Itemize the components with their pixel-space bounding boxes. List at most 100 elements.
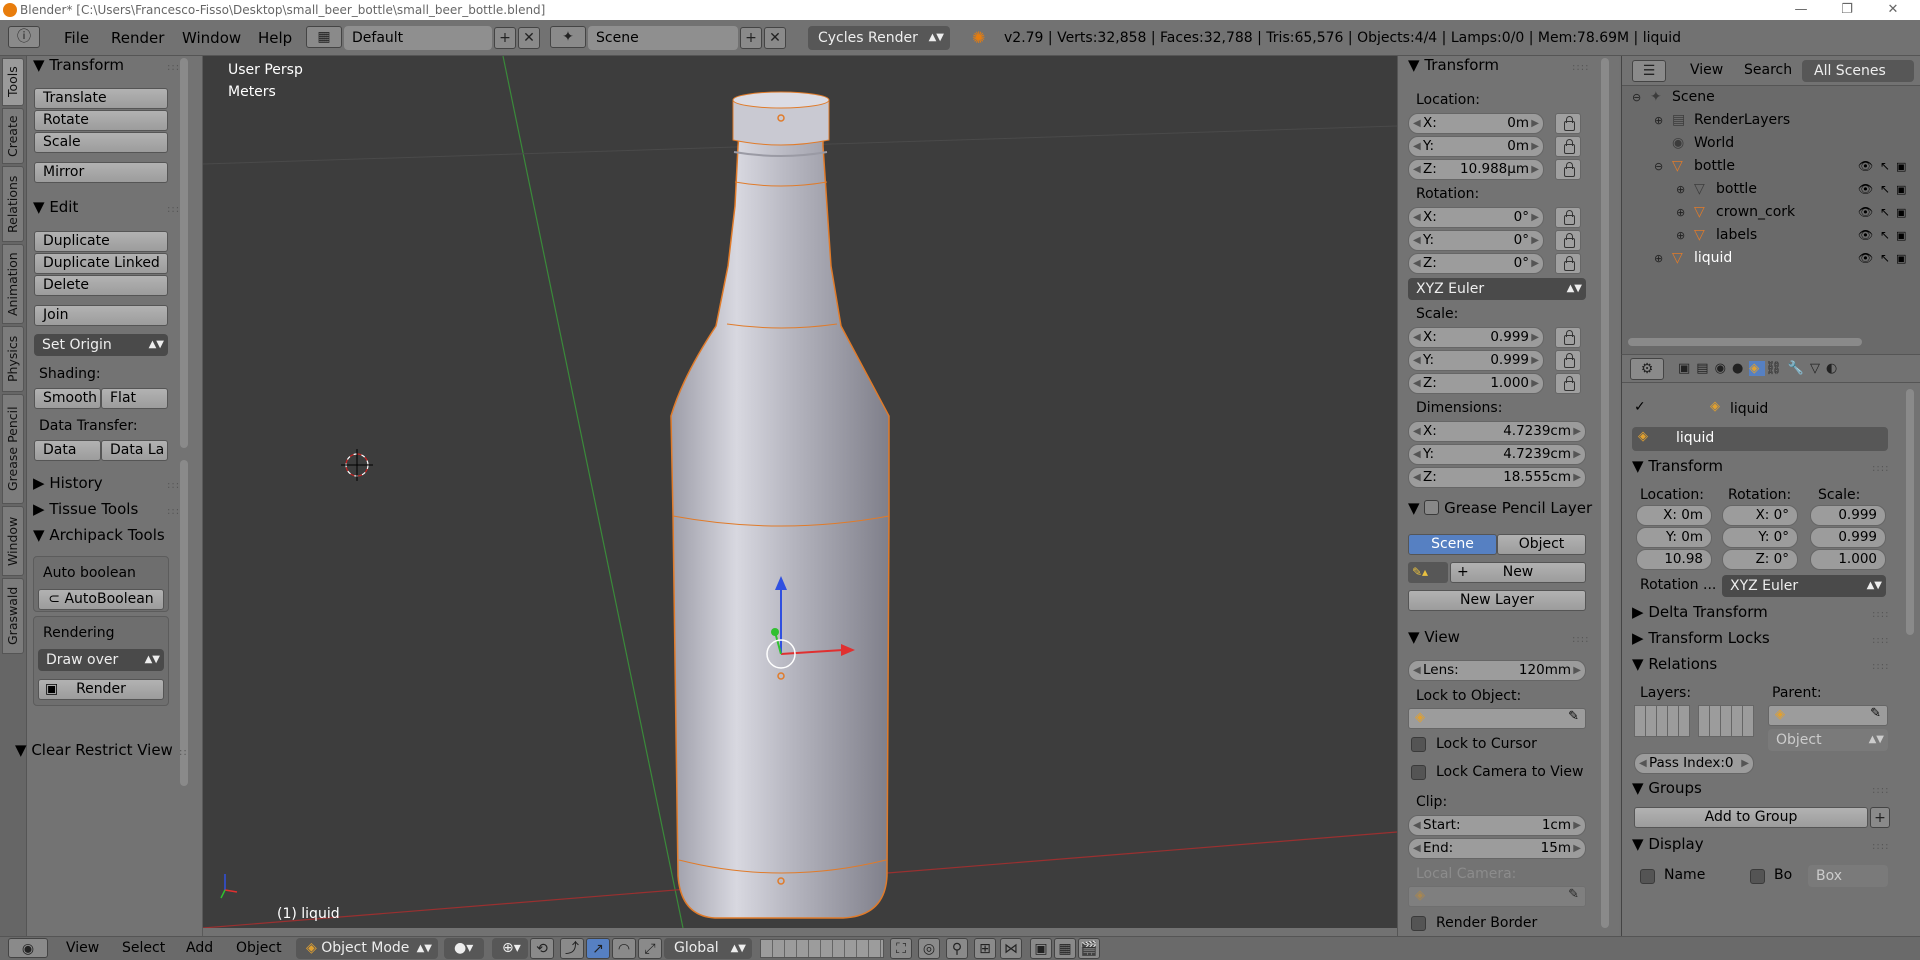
manipulator-icon[interactable]: ⟲ [530,938,554,959]
properties-context-tabs[interactable]: ▣▤◉●◈⛓🔧▽◐ [1678,358,1918,380]
grease-pencil-checkbox[interactable] [1424,500,1440,515]
world-tab-icon[interactable]: ● [1732,361,1749,376]
outliner-h-scrollbar[interactable] [1628,338,1862,346]
props-rot-y[interactable]: Y: 0° [1722,527,1798,548]
visibility-eye-icon[interactable]: 👁 [1858,224,1873,247]
tab-grease-pencil[interactable]: Grease Pencil [2,394,24,504]
display-name-checkbox[interactable] [1640,869,1655,884]
scale-y-field[interactable]: ◀ Y: 0.999 ▶ [1408,350,1544,371]
scene-tab-icon[interactable]: ◉ [1715,361,1732,376]
render-layers-tab-icon[interactable]: ▤ [1696,361,1714,376]
lock-icon[interactable] [1555,253,1581,274]
outliner-row[interactable]: ⊕ ▽ labels 👁 ↖ ▣ [1622,224,1906,247]
maximize-button[interactable]: ❐ [1824,0,1870,20]
render-animation-icon[interactable]: ▦ [1054,938,1076,959]
delta-transform-header[interactable]: ▶ Delta Transform [1632,603,1768,621]
transform-panel-header[interactable]: ▼ Transform [33,56,124,74]
n-panel-scrollbar[interactable] [1601,58,1609,928]
relations-header[interactable]: ▼ Relations [1632,655,1717,673]
rotate-button[interactable]: Rotate [34,110,168,131]
menu-render[interactable]: Render [111,29,164,47]
modifiers-tab-icon[interactable]: 🔧 [1788,361,1810,376]
panel-grip-icon[interactable]: :::: [1572,634,1589,645]
lock-icon[interactable] [1555,350,1581,371]
location-y-field[interactable]: ◀ Y: 0m ▶ [1408,136,1544,157]
gp-scene-button[interactable]: Scene [1408,534,1497,555]
menu-view[interactable]: View [66,940,99,956]
add-group-icon[interactable]: + [1870,807,1890,828]
gp-new-button[interactable]: + New [1450,562,1586,583]
gp-object-button[interactable]: Object [1497,534,1586,555]
outliner-row[interactable]: ⊕ ▽ crown_cork 👁 ↖ ▣ [1622,201,1906,224]
lock-object-field[interactable]: ◈ ✎ [1408,708,1586,729]
collapse-icon[interactable]: ⊖ [1632,86,1641,109]
display-header[interactable]: ▼ Display [1632,835,1704,853]
minimize-button[interactable]: — [1778,0,1824,20]
translate-manipulator-icon[interactable]: ⤴ [560,938,584,959]
menu-file[interactable]: File [64,29,89,47]
selectability-cursor-icon[interactable]: ↖ [1880,247,1890,270]
tab-create[interactable]: Create [2,108,24,164]
layer-grid-a[interactable] [1634,705,1690,737]
viewport-scene[interactable] [203,56,1397,928]
tab-physics[interactable]: Physics [2,326,24,392]
3d-viewport[interactable]: User Persp Meters (1) liquid [203,56,1397,928]
add-scene-icon[interactable]: + [740,27,762,49]
close-button[interactable]: ✕ [1870,0,1916,20]
smooth-button[interactable]: Smooth [34,388,101,409]
render-border-checkbox[interactable] [1411,916,1426,931]
render-preview-icon[interactable]: ▣ [1030,938,1052,959]
props-scale-y[interactable]: 0.999 [1810,527,1886,548]
rotation-y-field[interactable]: ◀ Y: 0° ▶ [1408,230,1544,251]
menu-help[interactable]: Help [258,29,292,47]
location-x-field[interactable]: ◀ X: 0m ▶ [1408,113,1544,134]
render-camera-icon[interactable]: ▣ [1896,178,1906,201]
render-camera-icon[interactable]: ▣ [1896,155,1906,178]
props-scale-z[interactable]: 1.000 [1810,549,1886,570]
lock-icon[interactable] [1555,373,1581,394]
layout-selector[interactable]: Default [344,26,492,50]
rotation-z-field[interactable]: ◀ Z: 0° ▶ [1408,253,1544,274]
render-tab-icon[interactable]: ▣ [1678,361,1696,376]
tool-shelf-scrollbar-lower[interactable] [180,460,188,786]
layout-icon[interactable]: ▦ [306,26,342,48]
snap-element-icon[interactable]: ⊞ [974,938,996,959]
lock-camera-checkbox[interactable] [1411,765,1426,780]
tool-shelf-scrollbar[interactable] [180,58,188,448]
parent-field[interactable]: ◈ ✎ [1768,705,1888,726]
menu-add[interactable]: Add [186,940,213,956]
mirror-button[interactable]: Mirror [34,162,168,183]
scale-x-field[interactable]: ◀ X: 0.999 ▶ [1408,327,1544,348]
panel-grip-icon[interactable]: :::: [1872,463,1889,474]
scene-selector[interactable]: Scene [588,26,738,50]
scale-tool-icon[interactable]: ⤢ [638,938,662,959]
props-rot-x[interactable]: X: 0° [1722,505,1798,526]
outliner-editor-type-icon[interactable]: ☰ [1632,60,1666,82]
remove-scene-icon[interactable]: ✕ [764,27,786,49]
data-tab-icon[interactable]: ▽ [1810,361,1826,376]
props-loc-x[interactable]: X: 0m [1636,505,1712,526]
object-tab-icon[interactable]: ◈ [1749,361,1766,376]
expand-icon[interactable]: ⊕ [1654,109,1663,132]
outliner-row[interactable]: ⊖ ▽ bottle 👁 ↖ ▣ [1622,155,1906,178]
tab-tools[interactable]: Tools [2,58,24,106]
clip-start-field[interactable]: ◀ Start: 1cm ▶ [1408,815,1586,836]
outliner-view-menu[interactable]: View [1690,62,1723,78]
remove-layout-icon[interactable]: ✕ [518,27,540,49]
add-layout-icon[interactable]: + [494,27,516,49]
panel-grip-icon[interactable]: :: [179,747,188,758]
expand-icon[interactable]: ⊕ [1676,201,1685,224]
selectability-cursor-icon[interactable]: ↖ [1880,178,1890,201]
delete-button[interactable]: Delete [34,275,168,296]
rotation-mode-select[interactable]: XYZ Euler ▲▼ [1408,278,1586,300]
material-tab-icon[interactable]: ◐ [1826,361,1843,376]
props-transform-header[interactable]: ▼ Transform [1632,457,1723,475]
layer-buttons[interactable] [760,939,884,958]
add-to-group-button[interactable]: Add to Group [1634,807,1868,828]
render-camera-icon[interactable]: ▣ [1896,224,1906,247]
panel-grip-icon[interactable]: :::: [1872,635,1889,646]
duplicate-linked-button[interactable]: Duplicate Linked [34,253,168,274]
transform-locks-header[interactable]: ▶ Transform Locks [1632,629,1770,647]
display-mode-select[interactable]: All Scenes [1802,60,1914,82]
location-z-field[interactable]: ◀ Z: 10.988µm ▶ [1408,159,1544,180]
